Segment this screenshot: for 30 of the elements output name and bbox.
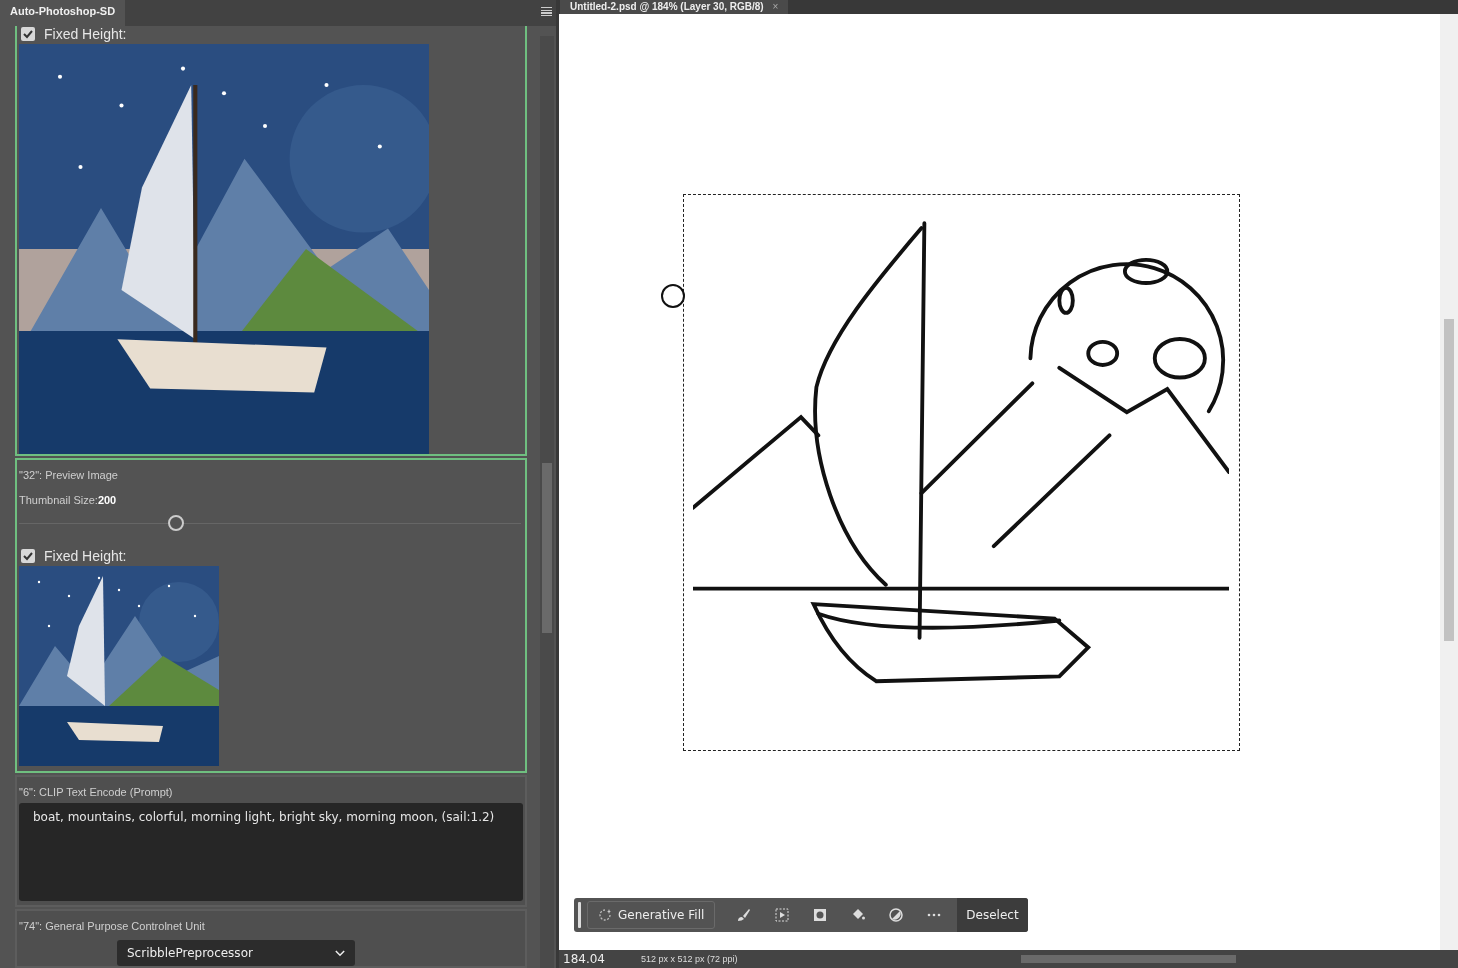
mask-icon[interactable] <box>812 907 829 923</box>
node-title: "74": General Purpose Controlnet Unit <box>19 920 206 932</box>
document-tab[interactable]: Untitled-2.psd @ 184% (Layer 30, RGB/8) × <box>560 0 789 14</box>
prompt-field[interactable]: boat, mountains, colorful, morning light, bright sky, morning moon, (sail:1.2) <box>19 803 523 901</box>
slider-thumb[interactable] <box>167 515 184 531</box>
node-title: "32": Preview Image <box>19 469 119 481</box>
scrollbar[interactable] <box>1440 14 1458 950</box>
brush-cursor <box>661 284 685 308</box>
brush-icon[interactable] <box>736 907 753 923</box>
node-title: "6": CLIP Text Encode (Prompt) <box>19 786 174 798</box>
adjustment-icon[interactable] <box>888 907 905 923</box>
deselect-button[interactable]: Deselect <box>957 898 1028 932</box>
document-title: Untitled-2.psd @ 184% (Layer 30, RGB/8) <box>570 1 764 12</box>
fixed-height-label: Fixed Height: <box>44 26 127 42</box>
generative-fill-button[interactable]: Generative Fill <box>587 901 716 929</box>
thumbnail-size-value: 200 <box>97 494 117 506</box>
panel-tab[interactable]: Auto-Photoshop-SD <box>0 0 126 26</box>
scrollbar[interactable] <box>540 36 554 968</box>
chevron-icon <box>335 949 345 957</box>
document-size: 512 px x 512 px (72 ppi) <box>640 954 739 964</box>
checkbox[interactable] <box>21 27 35 41</box>
sparkle-icon <box>598 908 612 922</box>
thumbnail-size-label: Thumbnail Size: <box>19 494 98 506</box>
checkbox[interactable] <box>21 549 35 563</box>
fixed-height-label: Fixed Height: <box>44 548 127 564</box>
preprocessor-dropdown[interactable]: ScribblePreprocessor <box>117 940 355 966</box>
selection-icon[interactable] <box>774 907 791 923</box>
menu-icon[interactable] <box>541 7 552 17</box>
zoom-level[interactable]: 184.04 <box>559 952 625 966</box>
close-icon[interactable]: × <box>772 1 779 12</box>
